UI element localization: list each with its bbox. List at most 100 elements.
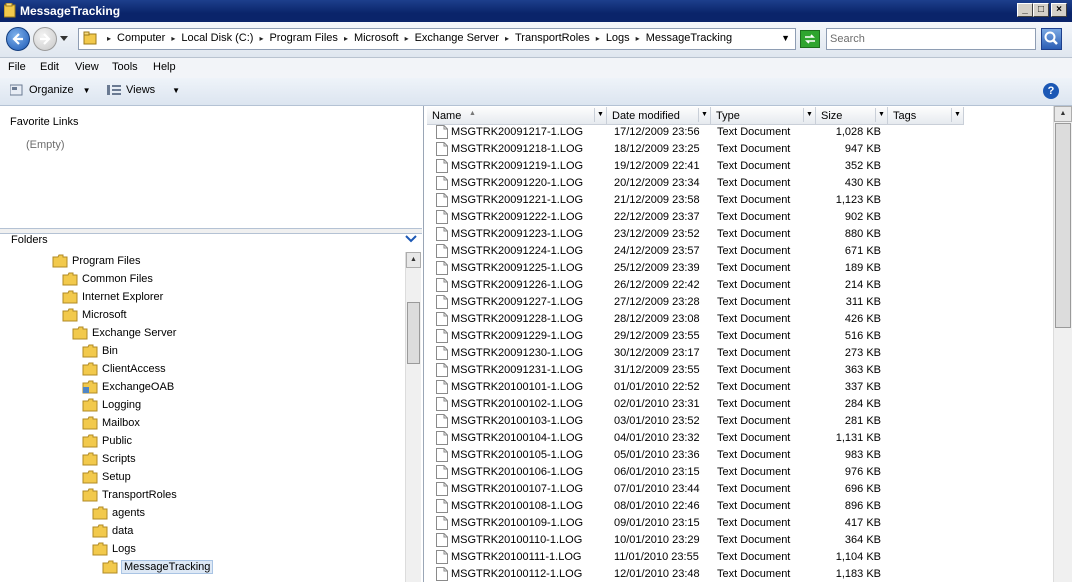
tree-item[interactable]: Microsoft [62, 306, 127, 324]
tree-item[interactable]: Mailbox [82, 414, 140, 432]
breadcrumb-item[interactable]: Logs [606, 32, 630, 44]
column-date[interactable]: Date modified ▼ [607, 107, 711, 125]
file-row[interactable]: MSGTRK20100110-1.LOG 10/01/2010 23:29 Text… [425, 532, 1053, 549]
file-row[interactable]: MSGTRK20091222-1.LOG 22/12/2009 23:37 Text… [425, 209, 1053, 226]
file-date: 10/01/2010 23:29 [614, 534, 700, 546]
tree-item[interactable]: agents [92, 504, 145, 522]
breadcrumb-arrow-icon[interactable]: ▸ [171, 34, 175, 43]
breadcrumb-item[interactable]: Program Files [269, 32, 337, 44]
tree-item[interactable]: Bin [82, 342, 118, 360]
tree-item[interactable]: Scripts [82, 450, 136, 468]
pane-splitter[interactable] [0, 228, 422, 234]
file-row[interactable]: MSGTRK20091225-1.LOG 25/12/2009 23:39 Text… [425, 260, 1053, 277]
minimize-button[interactable]: _ [1017, 3, 1033, 17]
file-row[interactable]: MSGTRK20100105-1.LOG 05/01/2010 23:36 Text… [425, 447, 1053, 464]
column-size[interactable]: Size ▼ [816, 107, 888, 125]
column-tags[interactable]: Tags ▼ [888, 107, 964, 125]
tree-item[interactable]: ExchangeOAB [82, 378, 174, 396]
chevron-down-icon[interactable] [405, 234, 417, 244]
tree-item[interactable]: Logs [92, 540, 136, 558]
breadcrumb-item[interactable]: Local Disk (C:) [181, 32, 253, 44]
menu-view[interactable]: View [75, 61, 99, 73]
breadcrumb-arrow-icon[interactable]: ▸ [344, 34, 348, 43]
tree-item[interactable]: MessageTracking [102, 558, 214, 576]
file-row[interactable]: MSGTRK20091229-1.LOG 29/12/2009 23:55 Text… [425, 328, 1053, 345]
file-row[interactable]: MSGTRK20100108-1.LOG 08/01/2010 22:46 Text… [425, 498, 1053, 515]
file-row[interactable]: MSGTRK20091231-1.LOG 31/12/2009 23:55 Text… [425, 362, 1053, 379]
column-size-dropdown-icon[interactable]: ▼ [875, 108, 887, 122]
file-row[interactable]: MSGTRK20091228-1.LOG 28/12/2009 23:08 Text… [425, 311, 1053, 328]
folders-title[interactable]: Folders [11, 234, 48, 246]
file-row[interactable]: MSGTRK20100106-1.LOG 06/01/2010 23:15 Text… [425, 464, 1053, 481]
search-button[interactable] [1041, 28, 1062, 50]
menu-help[interactable]: Help [153, 61, 176, 73]
help-icon[interactable]: ? [1043, 83, 1059, 99]
breadcrumb-item[interactable]: Exchange Server [415, 32, 499, 44]
tree-item[interactable]: TransportRoles [82, 486, 177, 504]
file-row[interactable]: MSGTRK20091230-1.LOG 30/12/2009 23:17 Text… [425, 345, 1053, 362]
address-box[interactable]: ▸ Computer ▸ Local Disk (C:) ▸ Program Files ▸… [78, 28, 796, 50]
recent-pages-dropdown-icon[interactable] [60, 36, 68, 42]
file-row[interactable]: MSGTRK20100107-1.LOG 07/01/2010 23:44 Text… [425, 481, 1053, 498]
column-type-dropdown-icon[interactable]: ▼ [803, 108, 815, 122]
tree-item[interactable]: Internet Explorer [62, 288, 163, 306]
breadcrumb-arrow-icon[interactable]: ▸ [596, 34, 600, 43]
file-list-scrollbar[interactable]: ▲ [1053, 106, 1072, 582]
tree-item[interactable]: ClientAccess [82, 360, 166, 378]
scroll-up-icon[interactable]: ▲ [1054, 106, 1072, 122]
file-row[interactable]: MSGTRK20100104-1.LOG 04/01/2010 23:32 Text… [425, 430, 1053, 447]
tree-item[interactable]: Public [82, 432, 132, 450]
search-input[interactable]: Search [826, 28, 1036, 50]
tree-item[interactable]: Program Files [52, 252, 140, 270]
forward-button[interactable] [33, 27, 57, 51]
breadcrumb-arrow-icon[interactable]: ▸ [405, 34, 409, 43]
menu-edit[interactable]: Edit [40, 61, 59, 73]
tree-item[interactable]: data [92, 522, 133, 540]
breadcrumb-item[interactable]: Computer [117, 32, 165, 44]
breadcrumb-arrow-icon[interactable]: ▸ [636, 34, 640, 43]
menu-tools[interactable]: Tools [112, 61, 138, 73]
breadcrumb-item[interactable]: MessageTracking [646, 32, 732, 44]
folder-tree-scrollbar[interactable]: ▲ [405, 252, 421, 582]
file-row[interactable]: MSGTRK20100109-1.LOG 09/01/2010 23:15 Text… [425, 515, 1053, 532]
file-row[interactable]: MSGTRK20100103-1.LOG 03/01/2010 23:52 Text… [425, 413, 1053, 430]
column-date-dropdown-icon[interactable]: ▼ [698, 108, 710, 122]
file-row[interactable]: MSGTRK20100102-1.LOG 02/01/2010 23:31 Text… [425, 396, 1053, 413]
column-name[interactable]: Name ▲ ▼ [427, 107, 607, 125]
scroll-up-icon[interactable]: ▲ [406, 252, 421, 268]
column-type[interactable]: Type ▼ [711, 107, 816, 125]
file-row[interactable]: MSGTRK20091221-1.LOG 21/12/2009 23:58 Text… [425, 192, 1053, 209]
tree-item[interactable]: Setup [82, 468, 131, 486]
file-row[interactable]: MSGTRK20100111-1.LOG 11/01/2010 23:55 Text… [425, 549, 1053, 566]
scroll-thumb[interactable] [407, 302, 420, 364]
file-row[interactable]: MSGTRK20100112-1.LOG 12/01/2010 23:48 Text… [425, 566, 1053, 582]
column-tags-dropdown-icon[interactable]: ▼ [951, 108, 963, 122]
file-row[interactable]: MSGTRK20091220-1.LOG 20/12/2009 23:34 Text… [425, 175, 1053, 192]
back-button[interactable] [6, 27, 30, 51]
breadcrumb-item[interactable]: TransportRoles [515, 32, 590, 44]
tree-item[interactable]: Common Files [62, 270, 153, 288]
organize-button[interactable]: Organize ▼ [10, 84, 91, 96]
address-dropdown-icon[interactable]: ▼ [781, 33, 790, 43]
tree-item[interactable]: Exchange Server [72, 324, 176, 342]
breadcrumb-arrow-icon[interactable]: ▸ [107, 34, 111, 43]
file-row[interactable]: MSGTRK20100101-1.LOG 01/01/2010 22:52 Text… [425, 379, 1053, 396]
file-row[interactable]: MSGTRK20091223-1.LOG 23/12/2009 23:52 Text… [425, 226, 1053, 243]
maximize-button[interactable]: □ [1033, 3, 1049, 17]
file-row[interactable]: MSGTRK20091227-1.LOG 27/12/2009 23:28 Text… [425, 294, 1053, 311]
file-row[interactable]: MSGTRK20091219-1.LOG 19/12/2009 22:41 Text… [425, 158, 1053, 175]
close-button[interactable]: × [1051, 3, 1067, 17]
breadcrumb-item[interactable]: Microsoft [354, 32, 399, 44]
scroll-thumb[interactable] [1055, 123, 1071, 328]
file-row[interactable]: MSGTRK20091224-1.LOG 24/12/2009 23:57 Text… [425, 243, 1053, 260]
breadcrumb-arrow-icon[interactable]: ▸ [505, 34, 509, 43]
refresh-button[interactable] [800, 30, 820, 48]
file-row[interactable]: MSGTRK20091217-1.LOG 17/12/2009 23:56 Text… [425, 124, 1053, 141]
column-name-dropdown-icon[interactable]: ▼ [594, 108, 606, 122]
tree-item[interactable]: Logging [82, 396, 141, 414]
views-button[interactable]: Views ▼ [107, 84, 180, 96]
breadcrumb-arrow-icon[interactable]: ▸ [259, 34, 263, 43]
menu-file[interactable]: File [8, 61, 26, 73]
file-row[interactable]: MSGTRK20091218-1.LOG 18/12/2009 23:25 Text… [425, 141, 1053, 158]
file-row[interactable]: MSGTRK20091226-1.LOG 26/12/2009 22:42 Text… [425, 277, 1053, 294]
